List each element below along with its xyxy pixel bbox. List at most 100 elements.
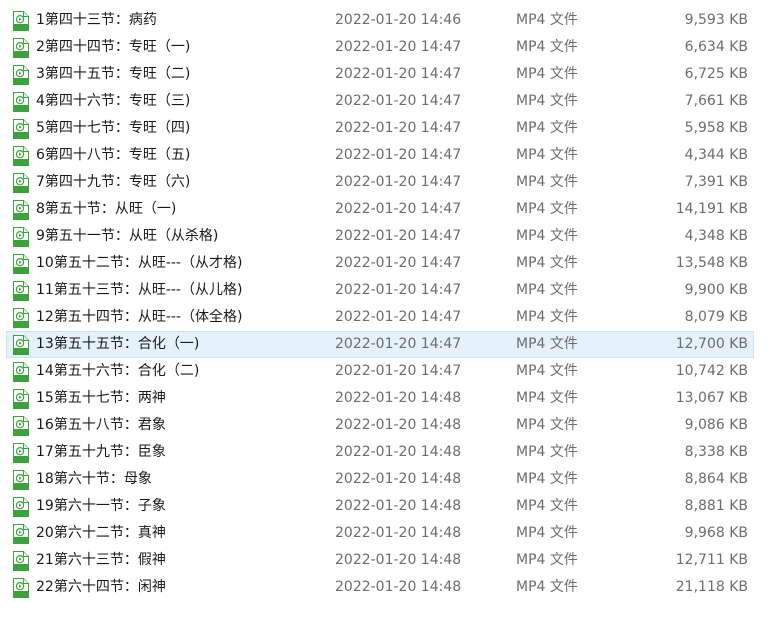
file-size: 13,548 KB <box>675 255 748 271</box>
file-type: MP4 文件 <box>516 471 578 487</box>
file-modified-date: 2022-01-20 14:47 <box>335 255 462 271</box>
file-row[interactable]: 13第五十五节：合化（一) 2022-01-20 14:47 MP4 文件 12… <box>6 331 754 358</box>
file-row[interactable]: 10第五十二节：从旺---（从才格) 2022-01-20 14:47 MP4 … <box>6 250 754 277</box>
file-size: 13,067 KB <box>675 390 748 406</box>
file-type: MP4 文件 <box>516 309 578 325</box>
file-modified-date: 2022-01-20 14:48 <box>335 471 462 487</box>
file-row[interactable]: 14第五十六节：合化（二) 2022-01-20 14:47 MP4 文件 10… <box>6 358 754 385</box>
file-row[interactable]: 6第四十八节：专旺（五) 2022-01-20 14:47 MP4 文件 4,3… <box>6 142 754 169</box>
file-size: 8,079 KB <box>684 309 748 325</box>
file-size: 7,661 KB <box>684 93 748 109</box>
file-row[interactable]: 21第六十三节：假神 2022-01-20 14:48 MP4 文件 12,71… <box>6 547 754 574</box>
file-size: 8,338 KB <box>684 444 748 460</box>
file-size: 12,711 KB <box>675 552 748 568</box>
mp4-file-icon <box>12 38 30 58</box>
file-size: 5,958 KB <box>684 120 748 136</box>
file-type: MP4 文件 <box>516 201 578 217</box>
file-row[interactable]: 5第四十七节：专旺（四) 2022-01-20 14:47 MP4 文件 5,9… <box>6 115 754 142</box>
mp4-file-icon <box>12 254 30 274</box>
file-type: MP4 文件 <box>516 579 578 595</box>
mp4-file-icon <box>12 200 30 220</box>
mp4-file-icon <box>12 443 30 463</box>
file-name: 16第五十八节：君象 <box>36 417 166 433</box>
file-name: 19第六十一节：子象 <box>36 498 166 514</box>
file-modified-date: 2022-01-20 14:48 <box>335 498 462 514</box>
file-modified-date: 2022-01-20 14:48 <box>335 579 462 595</box>
file-size: 9,900 KB <box>684 282 748 298</box>
file-type: MP4 文件 <box>516 228 578 244</box>
file-size: 10,742 KB <box>675 363 748 379</box>
file-modified-date: 2022-01-20 14:48 <box>335 525 462 541</box>
file-row[interactable]: 17第五十九节：臣象 2022-01-20 14:48 MP4 文件 8,338… <box>6 439 754 466</box>
file-modified-date: 2022-01-20 14:47 <box>335 120 462 136</box>
mp4-file-icon <box>12 308 30 328</box>
file-name: 7第四十九节：专旺（六) <box>36 174 191 190</box>
file-row[interactable]: 7第四十九节：专旺（六) 2022-01-20 14:47 MP4 文件 7,3… <box>6 169 754 196</box>
file-type: MP4 文件 <box>516 255 578 271</box>
file-type: MP4 文件 <box>516 147 578 163</box>
file-size: 6,634 KB <box>684 39 748 55</box>
file-row[interactable]: 4第四十六节：专旺（三) 2022-01-20 14:47 MP4 文件 7,6… <box>6 88 754 115</box>
file-modified-date: 2022-01-20 14:47 <box>335 282 462 298</box>
file-name: 11第五十三节：从旺---（从儿格) <box>36 282 243 298</box>
file-row[interactable]: 15第五十七节：两神 2022-01-20 14:48 MP4 文件 13,06… <box>6 385 754 412</box>
file-name: 4第四十六节：专旺（三) <box>36 93 191 109</box>
mp4-file-icon <box>12 11 30 31</box>
file-size: 21,118 KB <box>675 579 748 595</box>
mp4-file-icon <box>12 173 30 193</box>
file-name: 9第五十一节：从旺（从杀格) <box>36 228 219 244</box>
file-modified-date: 2022-01-20 14:47 <box>335 147 462 163</box>
file-name: 1第四十三节：病药 <box>36 12 157 28</box>
file-type: MP4 文件 <box>516 552 578 568</box>
mp4-file-icon <box>12 551 30 571</box>
file-name: 3第四十五节：专旺（二) <box>36 66 191 82</box>
file-size: 4,344 KB <box>684 147 748 163</box>
file-modified-date: 2022-01-20 14:47 <box>335 93 462 109</box>
file-name: 15第五十七节：两神 <box>36 390 166 406</box>
mp4-file-icon <box>12 362 30 382</box>
file-row[interactable]: 20第六十二节：真神 2022-01-20 14:48 MP4 文件 9,968… <box>6 520 754 547</box>
file-modified-date: 2022-01-20 14:47 <box>335 201 462 217</box>
mp4-file-icon <box>12 497 30 517</box>
file-name: 8第五十节：从旺（一) <box>36 201 177 217</box>
file-modified-date: 2022-01-20 14:47 <box>335 174 462 190</box>
file-type: MP4 文件 <box>516 12 578 28</box>
file-type: MP4 文件 <box>516 120 578 136</box>
mp4-file-icon <box>12 524 30 544</box>
file-name: 6第四十八节：专旺（五) <box>36 147 191 163</box>
file-size: 14,191 KB <box>675 201 748 217</box>
file-modified-date: 2022-01-20 14:47 <box>335 39 462 55</box>
mp4-file-icon <box>12 389 30 409</box>
file-row[interactable]: 22第六十四节：闲神 2022-01-20 14:48 MP4 文件 21,11… <box>6 574 754 601</box>
file-type: MP4 文件 <box>516 336 578 352</box>
file-modified-date: 2022-01-20 14:46 <box>335 12 462 28</box>
file-row[interactable]: 8第五十节：从旺（一) 2022-01-20 14:47 MP4 文件 14,1… <box>6 196 754 223</box>
file-row[interactable]: 12第五十四节：从旺---（体全格) 2022-01-20 14:47 MP4 … <box>6 304 754 331</box>
file-type: MP4 文件 <box>516 498 578 514</box>
file-row[interactable]: 1第四十三节：病药 2022-01-20 14:46 MP4 文件 9,593 … <box>6 7 754 34</box>
file-type: MP4 文件 <box>516 39 578 55</box>
file-row[interactable]: 16第五十八节：君象 2022-01-20 14:48 MP4 文件 9,086… <box>6 412 754 439</box>
mp4-file-icon <box>12 146 30 166</box>
file-row[interactable]: 9第五十一节：从旺（从杀格) 2022-01-20 14:47 MP4 文件 4… <box>6 223 754 250</box>
file-type: MP4 文件 <box>516 93 578 109</box>
file-row[interactable]: 18第六十节：母象 2022-01-20 14:48 MP4 文件 8,864 … <box>6 466 754 493</box>
file-modified-date: 2022-01-20 14:47 <box>335 228 462 244</box>
file-type: MP4 文件 <box>516 66 578 82</box>
file-row[interactable]: 3第四十五节：专旺（二) 2022-01-20 14:47 MP4 文件 6,7… <box>6 61 754 88</box>
file-name: 20第六十二节：真神 <box>36 525 166 541</box>
mp4-file-icon <box>12 92 30 112</box>
file-list: 1第四十三节：病药 2022-01-20 14:46 MP4 文件 9,593 … <box>6 7 754 601</box>
file-modified-date: 2022-01-20 14:47 <box>335 363 462 379</box>
file-name: 13第五十五节：合化（一) <box>36 336 200 352</box>
file-row[interactable]: 2第四十四节：专旺（一) 2022-01-20 14:47 MP4 文件 6,6… <box>6 34 754 61</box>
file-modified-date: 2022-01-20 14:47 <box>335 66 462 82</box>
file-modified-date: 2022-01-20 14:47 <box>335 309 462 325</box>
file-name: 5第四十七节：专旺（四) <box>36 120 191 136</box>
file-row[interactable]: 19第六十一节：子象 2022-01-20 14:48 MP4 文件 8,881… <box>6 493 754 520</box>
file-type: MP4 文件 <box>516 282 578 298</box>
file-row[interactable]: 11第五十三节：从旺---（从儿格) 2022-01-20 14:47 MP4 … <box>6 277 754 304</box>
file-name: 14第五十六节：合化（二) <box>36 363 200 379</box>
file-size: 8,881 KB <box>684 498 748 514</box>
file-name: 17第五十九节：臣象 <box>36 444 166 460</box>
